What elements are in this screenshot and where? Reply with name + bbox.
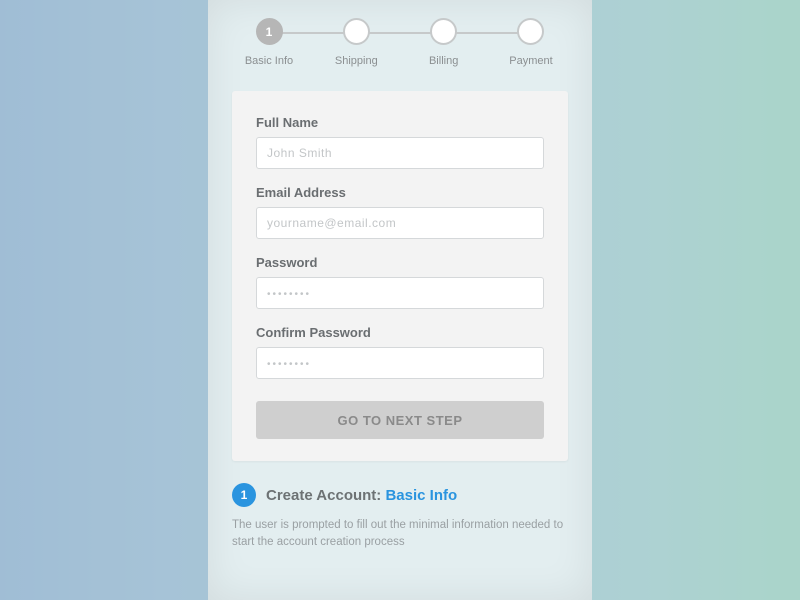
caption-body: The user is prompted to fill out the min…	[232, 517, 568, 552]
step-payment[interactable]: Payment	[500, 18, 562, 67]
step-basic-info[interactable]: 1 Basic Info	[238, 18, 300, 67]
next-step-button[interactable]: GO TO NEXT STEP	[256, 401, 544, 439]
step-label: Shipping	[335, 55, 378, 67]
step-label: Billing	[429, 55, 458, 67]
email-label: Email Address	[256, 185, 544, 200]
step-label: Basic Info	[245, 55, 293, 67]
step-circle	[517, 18, 544, 45]
step-billing[interactable]: Billing	[413, 18, 475, 67]
caption-badge: 1	[232, 483, 256, 507]
caption-title-accent: Basic Info	[385, 487, 457, 504]
password-label: Password	[256, 255, 544, 270]
confirm-password-input[interactable]	[256, 347, 544, 379]
email-input[interactable]	[256, 207, 544, 239]
wizard-panel: 1 Basic Info Shipping Billing Payment Fu…	[208, 0, 592, 600]
password-input[interactable]	[256, 277, 544, 309]
confirm-password-label: Confirm Password	[256, 325, 544, 340]
step-circle: 1	[256, 18, 283, 45]
step-circle	[343, 18, 370, 45]
fullname-label: Full Name	[256, 115, 544, 130]
step-shipping[interactable]: Shipping	[325, 18, 387, 67]
form-card: Full Name Email Address Password Confirm…	[232, 91, 568, 461]
step-label: Payment	[509, 55, 552, 67]
caption-title-prefix: Create Account:	[266, 487, 385, 504]
step-circle	[430, 18, 457, 45]
stepper: 1 Basic Info Shipping Billing Payment	[208, 18, 592, 73]
caption-title: Create Account: Basic Info	[266, 487, 457, 504]
caption-block: 1 Create Account: Basic Info The user is…	[232, 483, 568, 552]
fullname-input[interactable]	[256, 137, 544, 169]
